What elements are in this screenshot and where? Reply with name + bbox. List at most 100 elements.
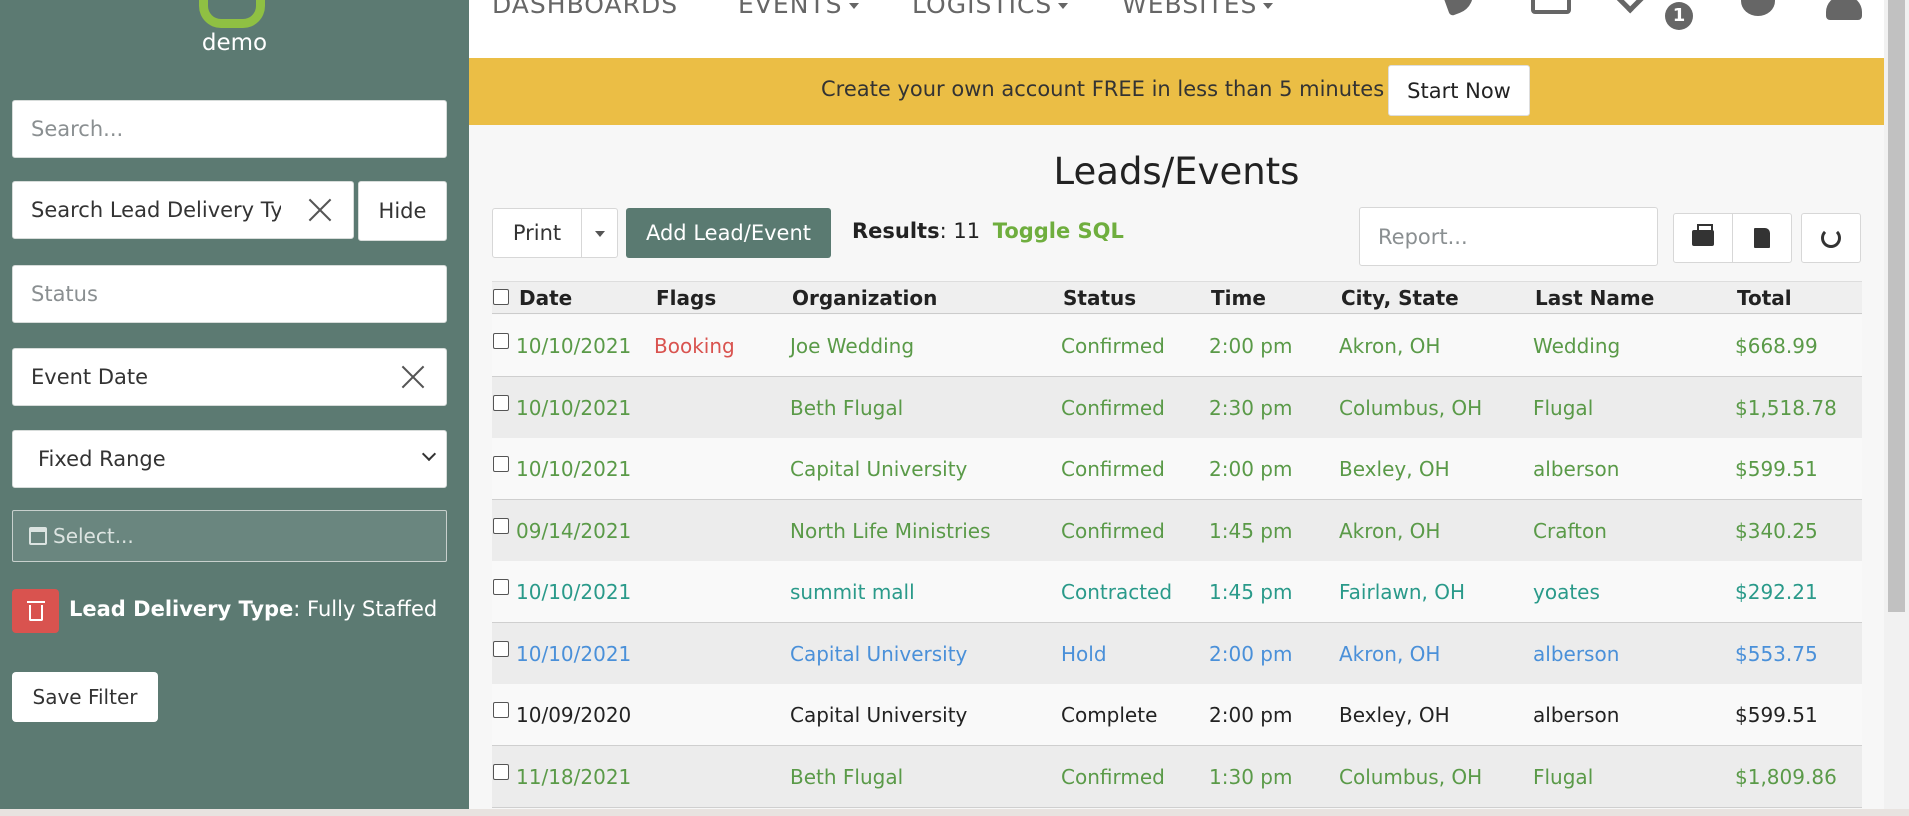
row-checkbox[interactable] bbox=[493, 763, 509, 780]
cell-total[interactable]: $292.21 bbox=[1735, 580, 1818, 604]
col-total[interactable]: Total bbox=[1737, 286, 1792, 310]
refresh-button[interactable] bbox=[1801, 213, 1861, 263]
cell-date[interactable]: 10/10/2021 bbox=[516, 396, 631, 420]
cell-status[interactable]: Confirmed bbox=[1061, 334, 1165, 358]
col-flags[interactable]: Flags bbox=[656, 286, 716, 310]
cell-status[interactable]: Confirmed bbox=[1061, 765, 1165, 789]
row-checkbox[interactable] bbox=[493, 456, 509, 472]
cell-last-name[interactable]: alberson bbox=[1533, 457, 1619, 481]
table-row[interactable]: 10/09/2020 Capital University Complete 2:00… bbox=[492, 684, 1862, 746]
row-checkbox[interactable] bbox=[493, 702, 509, 718]
cell-last-name[interactable]: yoates bbox=[1533, 580, 1600, 604]
print-dropdown-button[interactable] bbox=[581, 208, 618, 258]
cell-organization[interactable]: Capital University bbox=[790, 457, 967, 481]
scrollbar-thumb[interactable] bbox=[1888, 0, 1905, 612]
cell-date[interactable]: 10/10/2021 bbox=[516, 580, 631, 604]
mail-icon[interactable] bbox=[1531, 0, 1571, 14]
toggle-sql-link[interactable]: Toggle SQL bbox=[993, 219, 1124, 243]
export-button[interactable] bbox=[1732, 213, 1792, 263]
user-icon[interactable] bbox=[1826, 0, 1862, 20]
row-checkbox[interactable] bbox=[493, 333, 509, 349]
cell-city-state[interactable]: Columbus, OH bbox=[1339, 765, 1482, 789]
col-time[interactable]: Time bbox=[1211, 286, 1266, 310]
table-row[interactable]: 10/10/2021 Capital University Confirmed 2:0… bbox=[492, 438, 1862, 500]
cell-city-state[interactable]: Bexley, OH bbox=[1339, 703, 1450, 727]
cell-date[interactable]: 09/14/2021 bbox=[516, 519, 631, 543]
cell-city-state[interactable]: Akron, OH bbox=[1339, 519, 1440, 543]
add-lead-event-button[interactable]: Add Lead/Event bbox=[626, 208, 831, 258]
report-input[interactable]: Report... bbox=[1359, 207, 1658, 266]
cell-total[interactable]: $599.51 bbox=[1735, 703, 1818, 727]
cell-city-state[interactable]: Fairlawn, OH bbox=[1339, 580, 1465, 604]
select-all-checkbox[interactable] bbox=[493, 289, 509, 305]
table-row[interactable]: 10/10/2021 Booking Joe Wedding Confirmed 2:0… bbox=[492, 315, 1862, 377]
cell-organization[interactable]: Beth Flugal bbox=[790, 396, 903, 420]
row-checkbox[interactable] bbox=[493, 640, 509, 657]
cell-date[interactable]: 10/10/2021 bbox=[516, 457, 631, 481]
print-button[interactable]: Print bbox=[492, 208, 582, 258]
cell-total[interactable]: $599.51 bbox=[1735, 457, 1818, 481]
table-row[interactable]: 10/10/2021 Capital University Hold 2:00 pm A… bbox=[492, 622, 1862, 685]
cell-total[interactable]: $553.75 bbox=[1735, 642, 1818, 666]
cell-status[interactable]: Confirmed bbox=[1061, 519, 1165, 543]
cell-last-name[interactable]: Wedding bbox=[1533, 334, 1620, 358]
cell-total[interactable]: $1,518.78 bbox=[1735, 396, 1837, 420]
cell-status[interactable]: Complete bbox=[1061, 703, 1157, 727]
print-report-button[interactable] bbox=[1673, 213, 1733, 263]
col-city-state[interactable]: City, State bbox=[1341, 286, 1459, 310]
cell-organization[interactable]: Capital University bbox=[790, 642, 967, 666]
row-checkbox[interactable] bbox=[493, 579, 509, 595]
hide-button[interactable]: Hide bbox=[358, 181, 447, 241]
cell-date[interactable]: 10/10/2021 bbox=[516, 334, 631, 358]
cell-organization[interactable]: Beth Flugal bbox=[790, 765, 903, 789]
horizontal-scrollbar[interactable] bbox=[0, 809, 1909, 816]
nav-websites[interactable]: WEBSITES bbox=[1122, 0, 1274, 19]
cell-total[interactable]: $1,809.86 bbox=[1735, 765, 1837, 789]
cell-city-state[interactable]: Akron, OH bbox=[1339, 642, 1440, 666]
cell-date[interactable]: 11/18/2021 bbox=[516, 765, 631, 789]
cell-status[interactable]: Hold bbox=[1061, 642, 1107, 666]
table-row[interactable]: 10/10/2021 summit mall Contracted 1:45 pm Fa… bbox=[492, 561, 1862, 623]
start-now-button[interactable]: Start Now bbox=[1388, 65, 1530, 116]
cell-date[interactable]: 10/10/2021 bbox=[516, 642, 631, 666]
cell-total[interactable]: $340.25 bbox=[1735, 519, 1818, 543]
table-row[interactable]: 09/14/2021 North Life Ministries Confirmed… bbox=[492, 499, 1862, 562]
save-filter-button[interactable]: Save Filter bbox=[12, 672, 158, 722]
clear-event-date-icon[interactable] bbox=[398, 362, 428, 392]
col-last-name[interactable]: Last Name bbox=[1535, 286, 1654, 310]
cell-total[interactable]: $668.99 bbox=[1735, 334, 1818, 358]
nav-events[interactable]: EVENTS bbox=[738, 0, 859, 19]
event-date-input[interactable]: Event Date bbox=[12, 348, 447, 406]
cell-organization[interactable]: North Life Ministries bbox=[790, 519, 991, 543]
cell-city-state[interactable]: Akron, OH bbox=[1339, 334, 1440, 358]
cell-last-name[interactable]: alberson bbox=[1533, 703, 1619, 727]
cell-date[interactable]: 10/09/2020 bbox=[516, 703, 631, 727]
cell-last-name[interactable]: Flugal bbox=[1533, 396, 1593, 420]
clear-lead-delivery-icon[interactable] bbox=[305, 195, 335, 225]
date-picker-input[interactable]: Select... bbox=[12, 510, 447, 562]
row-checkbox[interactable] bbox=[493, 394, 509, 411]
row-checkbox[interactable] bbox=[493, 517, 509, 534]
cell-organization[interactable]: Joe Wedding bbox=[790, 334, 914, 358]
cell-organization[interactable]: Capital University bbox=[790, 703, 967, 727]
status-input[interactable]: Status bbox=[12, 265, 447, 323]
lead-delivery-type-input[interactable]: Search Lead Delivery Ty bbox=[12, 181, 354, 239]
cell-city-state[interactable]: Columbus, OH bbox=[1339, 396, 1482, 420]
cell-status[interactable]: Contracted bbox=[1061, 580, 1172, 604]
nav-logistics[interactable]: LOGISTICS bbox=[912, 0, 1069, 19]
cell-status[interactable]: Confirmed bbox=[1061, 396, 1165, 420]
col-organization[interactable]: Organization bbox=[792, 286, 937, 310]
table-row[interactable]: 10/10/2021 Beth Flugal Confirmed 2:30 pm Col… bbox=[492, 376, 1862, 439]
cell-last-name[interactable]: Flugal bbox=[1533, 765, 1593, 789]
nav-dashboards[interactable]: DASHBOARDS bbox=[492, 0, 678, 19]
range-select[interactable]: Fixed Range bbox=[12, 430, 447, 488]
cell-city-state[interactable]: Bexley, OH bbox=[1339, 457, 1450, 481]
cell-status[interactable]: Confirmed bbox=[1061, 457, 1165, 481]
remove-filter-button[interactable] bbox=[12, 589, 59, 633]
cell-last-name[interactable]: alberson bbox=[1533, 642, 1619, 666]
cell-last-name[interactable]: Crafton bbox=[1533, 519, 1607, 543]
cell-organization[interactable]: summit mall bbox=[790, 580, 915, 604]
col-status[interactable]: Status bbox=[1063, 286, 1136, 310]
col-date[interactable]: Date bbox=[519, 286, 572, 310]
search-input[interactable]: Search... bbox=[12, 100, 447, 158]
